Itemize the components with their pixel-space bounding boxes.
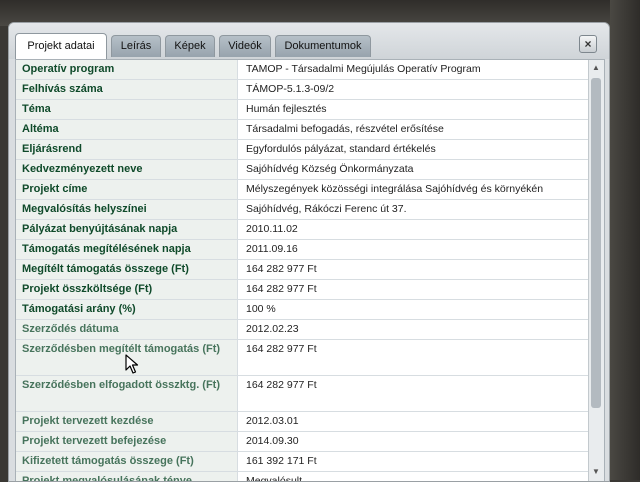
row-label: Projekt címe xyxy=(16,180,238,199)
row-label: Projekt összköltsége (Ft) xyxy=(16,280,238,299)
row-value: Sajóhídvég, Rákóczi Ferenc út 37. xyxy=(246,203,407,215)
table-row: Téma Humán fejlesztés xyxy=(16,100,588,120)
row-value: 164 282 977 Ft xyxy=(246,379,317,391)
table-row: Megvalósítás helyszínei Sajóhídvég, Rákó… xyxy=(16,200,588,220)
vertical-scrollbar[interactable]: ▲ ▼ xyxy=(588,60,604,481)
row-label: Téma xyxy=(16,100,238,119)
row-value: 2011.09.16 xyxy=(246,243,298,255)
row-value: Humán fejlesztés xyxy=(246,103,327,115)
row-value: 161 392 171 Ft xyxy=(246,455,317,467)
row-label: Támogatási arány (%) xyxy=(16,300,238,319)
row-label: Felhívás száma xyxy=(16,80,238,99)
row-label: Kedvezményezett neve xyxy=(16,160,238,179)
row-value: Sajóhídvég Község Önkormányzata xyxy=(246,163,414,175)
table-row: Szerződésben megítélt támogatás (Ft) 164… xyxy=(16,340,588,376)
table-row: Operatív program TAMOP - Társadalmi Megú… xyxy=(16,60,588,80)
tab-videok[interactable]: Videók xyxy=(219,35,271,57)
row-value: 100 % xyxy=(246,303,276,315)
row-label: Szerződés dátuma xyxy=(16,320,238,339)
tab-bar: Projekt adatai Leírás Képek Videók Dokum… xyxy=(9,23,609,59)
table-row: Kifizetett támogatás összege (Ft) 161 39… xyxy=(16,452,588,472)
table-row: Projekt tervezett befejezése 2014.09.30 xyxy=(16,432,588,452)
tab-dokumentumok[interactable]: Dokumentumok xyxy=(275,35,371,57)
row-label: Eljárásrend xyxy=(16,140,238,159)
row-label: Kifizetett támogatás összege (Ft) xyxy=(16,452,238,471)
table-row: Projekt megvalósulásának ténye Megvalósu… xyxy=(16,472,588,482)
tab-kepek[interactable]: Képek xyxy=(165,35,215,57)
table-row: Szerződésben elfogadott összktg. (Ft) 16… xyxy=(16,376,588,412)
table-row: Szerződés dátuma 2012.02.23 xyxy=(16,320,588,340)
table-row: Kedvezményezett neve Sajóhídvég Község Ö… xyxy=(16,160,588,180)
tab-projekt-adatai[interactable]: Projekt adatai xyxy=(15,33,107,59)
row-value: 2010.11.02 xyxy=(246,223,298,235)
project-data-table: Operatív program TAMOP - Társadalmi Megú… xyxy=(16,60,588,482)
project-details-dialog: Projekt adatai Leírás Képek Videók Dokum… xyxy=(8,22,610,482)
table-row: Projekt összköltsége (Ft) 164 282 977 Ft xyxy=(16,280,588,300)
row-value: 164 282 977 Ft xyxy=(246,283,317,295)
row-label: Projekt tervezett kezdése xyxy=(16,412,238,431)
row-value: Mélyszegények közösségi integrálása Sajó… xyxy=(246,183,544,195)
table-row: Felhívás száma TÁMOP-5.1.3-09/2 xyxy=(16,80,588,100)
row-label: Támogatás megítélésének napja xyxy=(16,240,238,259)
row-value: 2012.02.23 xyxy=(246,323,299,335)
row-value: Társadalmi befogadás, részvétel erősítés… xyxy=(246,123,444,135)
monitor-bezel-right xyxy=(610,0,640,480)
row-value: 2014.09.30 xyxy=(246,435,299,447)
table-row: Projekt tervezett kezdése 2012.03.01 xyxy=(16,412,588,432)
close-button[interactable]: × xyxy=(579,35,597,53)
scrollbar-thumb[interactable] xyxy=(591,78,601,408)
table-row: Eljárásrend Egyfordulós pályázat, standa… xyxy=(16,140,588,160)
row-value: Megvalósult xyxy=(246,475,303,482)
table-row: Támogatási arány (%) 100 % xyxy=(16,300,588,320)
row-label: Operatív program xyxy=(16,60,238,79)
row-label: Szerződésben elfogadott összktg. (Ft) xyxy=(16,376,238,411)
row-value: Egyfordulós pályázat, standard értékelés xyxy=(246,143,436,155)
row-label: Projekt tervezett befejezése xyxy=(16,432,238,451)
mouse-cursor-icon xyxy=(125,354,139,374)
table-row: Támogatás megítélésének napja 2011.09.16 xyxy=(16,240,588,260)
row-value: TÁMOP-5.1.3-09/2 xyxy=(246,83,335,95)
scroll-up-icon[interactable]: ▲ xyxy=(591,62,601,74)
table-row: Altéma Társadalmi befogadás, részvétel e… xyxy=(16,120,588,140)
tab-leiras[interactable]: Leírás xyxy=(111,35,161,57)
row-label: Megítélt támogatás összege (Ft) xyxy=(16,260,238,279)
row-label: Projekt megvalósulásának ténye xyxy=(16,472,238,481)
row-value: 2012.03.01 xyxy=(246,415,299,427)
row-value: 164 282 977 Ft xyxy=(246,263,317,275)
scroll-down-icon[interactable]: ▼ xyxy=(591,466,601,478)
row-label: Pályázat benyújtásának napja xyxy=(16,220,238,239)
close-icon: × xyxy=(584,37,592,51)
project-data-panel: Operatív program TAMOP - Társadalmi Megú… xyxy=(15,59,605,482)
row-label: Megvalósítás helyszínei xyxy=(16,200,238,219)
table-row: Projekt címe Mélyszegények közösségi int… xyxy=(16,180,588,200)
row-value: TAMOP - Társadalmi Megújulás Operatív Pr… xyxy=(246,63,481,75)
table-row: Megítélt támogatás összege (Ft) 164 282 … xyxy=(16,260,588,280)
table-row: Pályázat benyújtásának napja 2010.11.02 xyxy=(16,220,588,240)
row-label: Altéma xyxy=(16,120,238,139)
row-value: 164 282 977 Ft xyxy=(246,343,317,355)
